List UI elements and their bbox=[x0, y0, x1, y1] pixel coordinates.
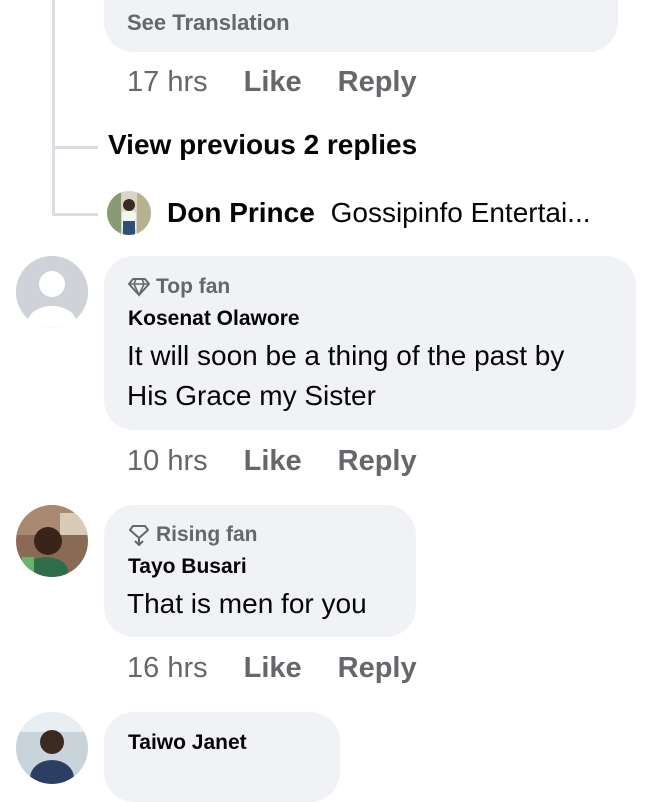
comment-actions: 10 hrs Like Reply bbox=[127, 445, 417, 478]
avatar[interactable] bbox=[107, 191, 151, 235]
comment-bubble-top: See Translation bbox=[104, 0, 618, 52]
reply-preview[interactable]: Don Prince Gossipinfo Entertai... bbox=[167, 197, 591, 229]
comment-text-line: That is men for you bbox=[127, 588, 367, 619]
avatar[interactable] bbox=[16, 712, 88, 784]
see-translation-link[interactable]: See Translation bbox=[127, 10, 290, 36]
view-previous-replies-link[interactable]: View previous 2 replies bbox=[108, 129, 417, 161]
reply-text: Gossipinfo Entertai... bbox=[330, 197, 591, 228]
comment-author[interactable]: Tayo Busari bbox=[128, 555, 247, 579]
reply-button[interactable]: Reply bbox=[338, 652, 417, 685]
comment-actions: 16 hrs Like Reply bbox=[127, 652, 417, 685]
comment-author[interactable]: Taiwo Janet bbox=[128, 731, 247, 755]
avatar[interactable] bbox=[16, 505, 88, 577]
comment-text-line: It will soon be a thing of the past by bbox=[127, 340, 565, 371]
top-fan-badge: Top fan bbox=[128, 275, 230, 299]
reply-author[interactable]: Don Prince bbox=[167, 197, 315, 228]
comment-actions-top: 17 hrs Like Reply bbox=[127, 66, 417, 99]
comment-author[interactable]: Kosenat Olawore bbox=[128, 307, 300, 331]
reply-button[interactable]: Reply bbox=[338, 445, 417, 478]
diamond-icon bbox=[128, 278, 150, 297]
badge-label: Top fan bbox=[156, 275, 231, 298]
avatar-default[interactable] bbox=[16, 256, 88, 328]
thread-line-branch-view-previous bbox=[52, 146, 98, 149]
thread-line-branch-reply bbox=[52, 213, 98, 216]
badge-label: Rising fan bbox=[156, 523, 258, 546]
thread-line-vertical bbox=[52, 0, 55, 216]
like-button[interactable]: Like bbox=[244, 66, 302, 99]
comment-text-line: His Grace my Sister bbox=[127, 380, 376, 411]
like-button[interactable]: Like bbox=[244, 652, 302, 685]
comment-time: 16 hrs bbox=[127, 652, 208, 684]
comment-bubble bbox=[104, 712, 340, 802]
comment-time: 17 hrs bbox=[127, 66, 208, 98]
reply-button[interactable]: Reply bbox=[338, 66, 417, 99]
rising-fan-badge: Rising fan bbox=[128, 523, 258, 547]
comment-time: 10 hrs bbox=[127, 445, 208, 477]
rising-fan-icon bbox=[129, 525, 149, 546]
like-button[interactable]: Like bbox=[244, 445, 302, 478]
